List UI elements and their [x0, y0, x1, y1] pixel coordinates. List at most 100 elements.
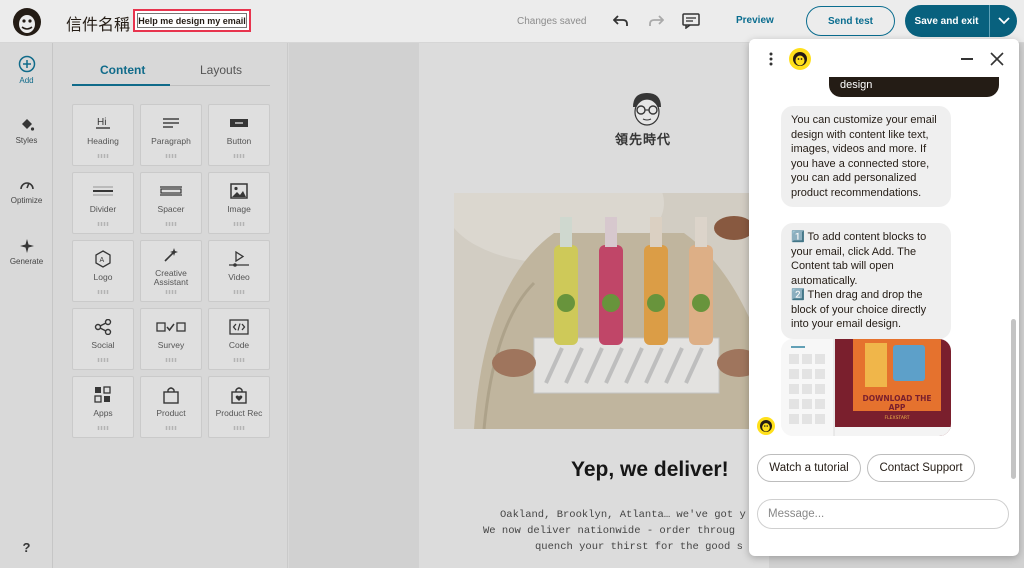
comments-icon[interactable]	[680, 10, 702, 32]
drag-handle[interactable]	[165, 154, 177, 158]
block-label: Apps	[93, 408, 113, 418]
block-label: Paragraph	[151, 136, 191, 146]
content-panel: Content Layouts Hi Heading Paragraph But…	[54, 43, 288, 568]
rail-styles[interactable]: Styles	[0, 117, 53, 145]
minimize-icon[interactable]	[961, 58, 973, 60]
save-and-exit-label[interactable]: Save and exit	[905, 5, 988, 37]
block-label: Divider	[89, 204, 117, 214]
undo-icon[interactable]	[610, 10, 632, 32]
drag-handle[interactable]	[233, 222, 245, 226]
block-label: Video	[228, 272, 250, 282]
block-divider[interactable]: Divider	[72, 172, 134, 234]
block-social[interactable]: Social	[72, 308, 134, 370]
tutorial-screenshot-icon	[781, 339, 951, 436]
help-me-design-button[interactable]: Help me design my email	[133, 9, 251, 32]
block-heading[interactable]: Hi Heading	[72, 104, 134, 166]
tab-layouts[interactable]: Layouts	[200, 63, 242, 77]
email-preview[interactable]: 領先時代 Yep, we deliver! Oakland, Brooklyn,…	[419, 43, 769, 568]
brand-logo-icon	[633, 93, 661, 126]
chat-scrollbar[interactable]	[1011, 79, 1016, 489]
block-label: Image	[227, 204, 251, 214]
code-icon	[209, 318, 269, 336]
assistant-chat-panel: design You can customize your email desi…	[749, 39, 1019, 556]
block-video[interactable]: Video	[208, 240, 270, 302]
drag-handle[interactable]	[233, 358, 245, 362]
paint-bucket-icon	[21, 119, 34, 131]
user-message-bubble: design	[829, 75, 999, 97]
drag-handle[interactable]	[97, 154, 109, 158]
block-paragraph[interactable]: Paragraph	[140, 104, 202, 166]
button-icon	[209, 114, 269, 132]
paragraph-icon	[141, 114, 201, 132]
drag-handle[interactable]	[233, 154, 245, 158]
block-product-rec[interactable]: Product Rec	[208, 376, 270, 438]
close-icon[interactable]	[989, 51, 1005, 67]
rail-add-label: Add	[19, 76, 34, 85]
help-icon[interactable]: ?	[0, 540, 53, 555]
drag-handle[interactable]	[97, 358, 109, 362]
block-label: Button	[226, 136, 252, 146]
block-image[interactable]: Image	[208, 172, 270, 234]
freddie-icon	[760, 420, 772, 432]
block-logo[interactable]: A Logo	[72, 240, 134, 302]
block-apps[interactable]: Apps	[72, 376, 134, 438]
block-product[interactable]: Product	[140, 376, 202, 438]
share-icon	[73, 318, 133, 336]
hero-image[interactable]	[454, 193, 769, 429]
tutorial-thumbnail[interactable]: DOWNLOAD THE APP FLEXSTART	[781, 339, 951, 436]
heading-icon: Hi	[73, 114, 133, 132]
chat-header	[749, 39, 1019, 77]
drag-handle[interactable]	[165, 222, 177, 226]
assistant-message: You can customize your email design with…	[781, 106, 951, 207]
more-options-icon[interactable]	[767, 51, 775, 67]
bag-icon	[141, 386, 201, 404]
block-spacer[interactable]: Spacer	[140, 172, 202, 234]
rail-generate-label: Generate	[9, 257, 44, 266]
survey-icon	[141, 318, 201, 336]
watch-tutorial-button[interactable]: Watch a tutorial	[757, 454, 861, 482]
email-title[interactable]: 信件名稱	[66, 11, 130, 35]
rail-optimize[interactable]: Optimize	[0, 177, 53, 205]
drag-handle[interactable]	[97, 426, 109, 430]
svg-text:A: A	[100, 257, 105, 264]
sparkle-icon	[19, 239, 34, 253]
save-status: Changes saved	[517, 16, 587, 27]
rail-generate[interactable]: Generate	[0, 238, 53, 266]
drag-handle[interactable]	[165, 358, 177, 362]
block-label: Heading	[87, 136, 119, 146]
rail-styles-label: Styles	[15, 136, 38, 145]
block-button[interactable]: Button	[208, 104, 270, 166]
drag-handle[interactable]	[97, 222, 109, 226]
tutorial-caption: DOWNLOAD THE APP	[862, 394, 932, 412]
image-icon	[209, 182, 269, 200]
tab-content[interactable]: Content	[100, 63, 145, 77]
drag-handle[interactable]	[165, 290, 177, 294]
scrollbar-thumb[interactable]	[1011, 319, 1016, 479]
block-code[interactable]: Code	[208, 308, 270, 370]
logo-icon: A	[73, 250, 133, 268]
mailchimp-logo-icon[interactable]	[11, 6, 43, 38]
drag-handle[interactable]	[233, 290, 245, 294]
drag-handle[interactable]	[165, 426, 177, 430]
drag-handle[interactable]	[233, 426, 245, 430]
preview-button[interactable]: Preview	[736, 15, 774, 26]
assistant-step-2: 2️⃣ Then drag and drop the block of your…	[791, 289, 927, 330]
drag-handle[interactable]	[97, 290, 109, 294]
block-creative-assistant[interactable]: Creative Assistant	[140, 240, 202, 302]
redo-icon[interactable]	[645, 10, 667, 32]
chevron-down-icon[interactable]	[991, 5, 1017, 37]
freddie-icon	[793, 52, 807, 66]
message-input[interactable]	[757, 499, 1009, 529]
contact-support-button[interactable]: Contact Support	[867, 454, 975, 482]
send-test-button[interactable]: Send test	[806, 6, 895, 36]
block-label: Survey	[157, 340, 185, 350]
divider-icon	[73, 182, 133, 200]
email-headline: Yep, we deliver!	[571, 458, 729, 481]
save-and-exit-button[interactable]: Save and exit	[905, 5, 1017, 37]
spacer-icon	[141, 182, 201, 200]
rail-add[interactable]: Add	[0, 55, 53, 85]
assistant-message: 1️⃣ To add content blocks to your email,…	[781, 223, 951, 339]
block-label: Product Rec	[215, 408, 263, 418]
hero-photo-icon	[454, 193, 769, 429]
block-survey[interactable]: Survey	[140, 308, 202, 370]
